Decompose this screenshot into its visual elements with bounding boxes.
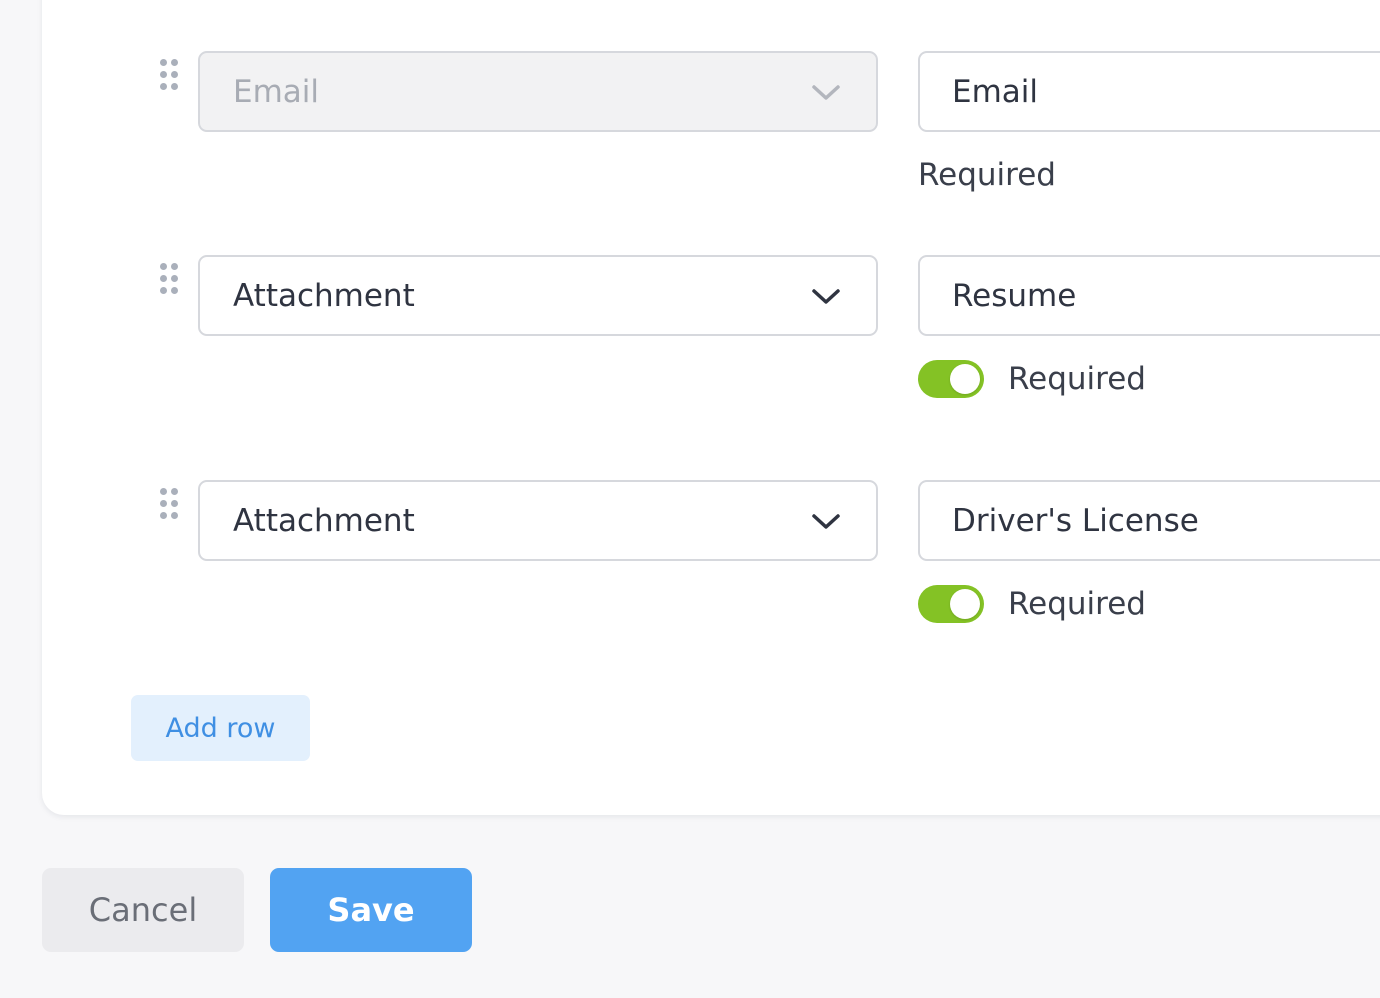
field-type-select[interactable]: Attachment — [198, 255, 878, 336]
toggle-knob — [950, 589, 980, 619]
field-type-select: Email — [198, 51, 878, 132]
field-row-drivers-license: Attachment Required — [42, 480, 1380, 623]
field-label-input[interactable] — [918, 255, 1380, 336]
chevron-down-icon — [812, 289, 840, 304]
required-label: Required — [918, 157, 1056, 193]
cancel-button[interactable]: Cancel — [42, 868, 244, 952]
chevron-down-icon — [812, 85, 840, 100]
toggle-knob — [950, 364, 980, 394]
drag-handle-icon[interactable] — [160, 263, 178, 295]
field-type-value: Attachment — [233, 278, 415, 314]
chevron-down-icon — [812, 514, 840, 529]
field-type-value: Attachment — [233, 503, 415, 539]
field-row-resume: Attachment Required — [42, 255, 1380, 398]
drag-handle-icon[interactable] — [160, 59, 178, 91]
field-row-email: Email Required — [42, 51, 1380, 193]
save-button[interactable]: Save — [270, 868, 472, 952]
field-label-input[interactable] — [918, 51, 1380, 132]
drag-handle-icon[interactable] — [160, 488, 178, 520]
add-row-button[interactable]: Add row — [131, 695, 310, 761]
required-toggle[interactable] — [918, 585, 984, 623]
form-card: Email Required Attachment Required — [42, 0, 1380, 815]
required-toggle-label: Required — [1008, 586, 1146, 622]
field-label-input[interactable] — [918, 480, 1380, 561]
required-toggle[interactable] — [918, 360, 984, 398]
field-type-select[interactable]: Attachment — [198, 480, 878, 561]
required-toggle-label: Required — [1008, 361, 1146, 397]
field-type-value: Email — [233, 74, 320, 110]
